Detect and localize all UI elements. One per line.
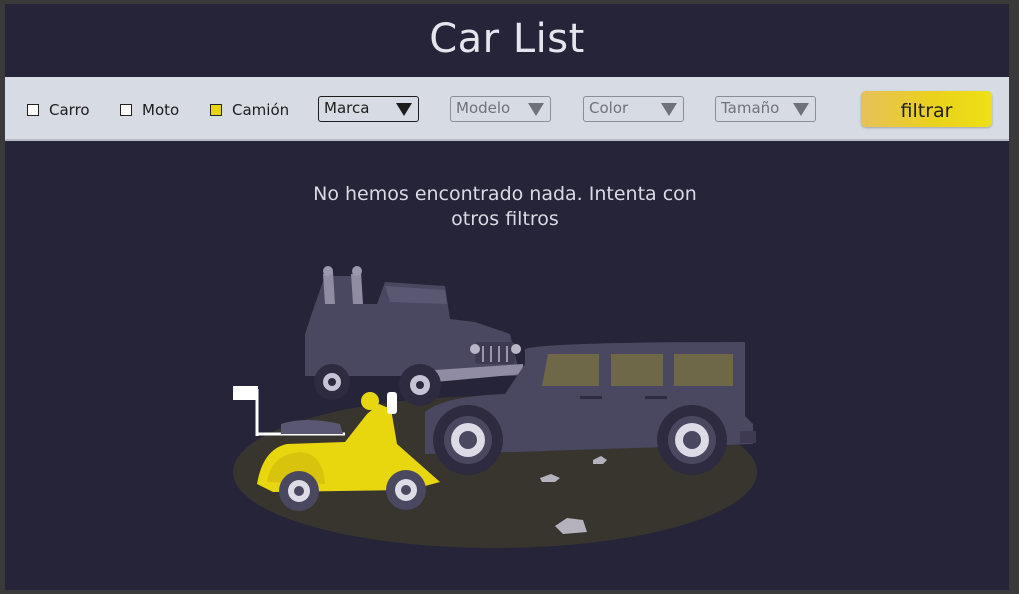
empty-state-illustration: [233, 266, 757, 548]
jeep-icon: [305, 266, 523, 406]
app-window: Car List Carro Moto Camión Marca Modelo …: [5, 4, 1009, 590]
